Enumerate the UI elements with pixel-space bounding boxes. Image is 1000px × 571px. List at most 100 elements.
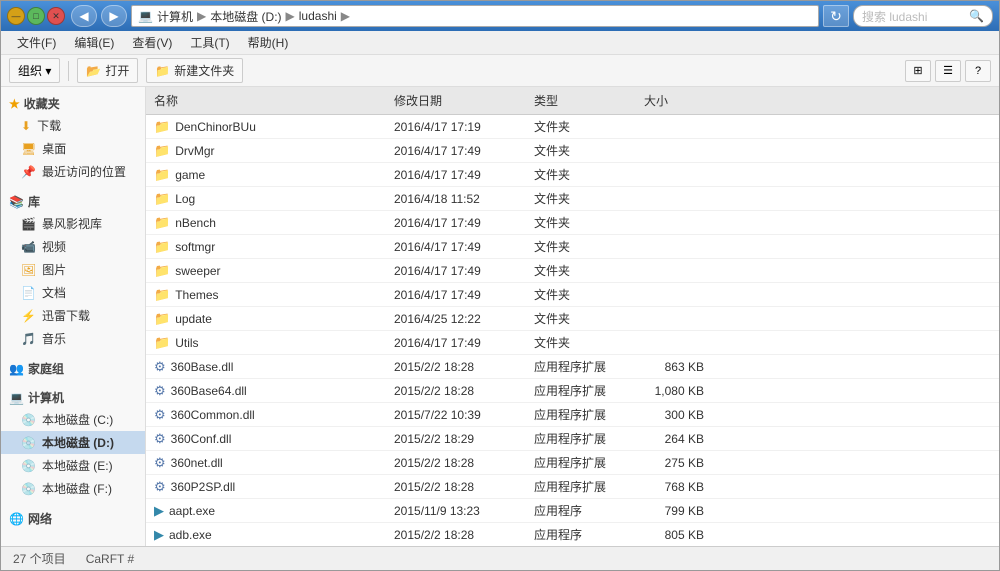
col-type-header[interactable]: 类型 [526,90,636,111]
table-row[interactable]: 📁 DrvMgr 2016/4/17 17:49 文件夹 [146,139,999,163]
open-icon: 📂 [86,64,101,78]
desktop-icon: 🖥 [21,142,36,156]
pictures-label: 图片 [42,261,66,278]
sidebar-item-d[interactable]: 💿 本地磁盘 (D:) [1,431,145,454]
stormvideo-icon: 🎬 [21,217,36,231]
network-label: 网络 [28,510,52,527]
file-type: 文件夹 [526,261,636,280]
file-icon: ▶ [154,503,164,519]
library-label: 库 [28,193,40,210]
new-folder-label: 新建文件夹 [174,62,234,79]
library-header[interactable]: 📚 库 [1,191,145,212]
menu-tools[interactable]: 工具(T) [182,32,237,53]
file-date: 2015/2/2 18:28 [386,383,526,399]
file-name: DenChinorBUu [175,120,256,134]
file-name: update [175,312,212,326]
homegroup-icon: 👥 [9,362,24,376]
library-icon: 📚 [9,195,24,209]
computer-icon: 💻 [138,9,153,23]
menu-help[interactable]: 帮助(H) [240,32,297,53]
menu-file[interactable]: 文件(F) [9,32,64,53]
address-folder: ludashi [299,9,337,23]
sidebar-item-stormvideo[interactable]: 🎬 暴风影视库 [1,212,145,235]
favorites-header[interactable]: ★ 收藏夹 [1,93,145,114]
maximize-button[interactable]: □ [27,7,45,25]
docs-icon: 📄 [21,286,36,300]
sidebar-item-video[interactable]: 📹 视频 [1,235,145,258]
table-row[interactable]: ⚙ 360net.dll 2015/2/2 18:28 应用程序扩展 275 K… [146,451,999,475]
menu-edit[interactable]: 编辑(E) [66,32,122,53]
file-icon: 📁 [154,191,170,207]
computer-label: 计算机 [28,389,64,406]
table-row[interactable]: 📁 Utils 2016/4/17 17:49 文件夹 [146,331,999,355]
close-button[interactable]: ✕ [47,7,65,25]
menu-view[interactable]: 查看(V) [124,32,180,53]
table-row[interactable]: 📁 update 2016/4/25 12:22 文件夹 [146,307,999,331]
sidebar-item-recent[interactable]: 📌 最近访问的位置 [1,160,145,183]
table-row[interactable]: 📁 softmgr 2016/4/17 17:49 文件夹 [146,235,999,259]
homegroup-header[interactable]: 👥 家庭组 [1,358,145,379]
view-button-2[interactable]: ☰ [935,60,961,82]
view-button-1[interactable]: ⊞ [905,60,931,82]
table-row[interactable]: ⚙ 360Base64.dll 2015/2/2 18:28 应用程序扩展 1,… [146,379,999,403]
table-row[interactable]: ▶ adb.exe 2015/2/2 18:28 应用程序 805 KB [146,523,999,546]
file-date: 2016/4/17 17:19 [386,119,526,135]
sidebar-item-f[interactable]: 💿 本地磁盘 (F:) [1,477,145,500]
address-bar[interactable]: 💻 计算机 ▶ 本地磁盘 (D:) ▶ ludashi ▶ [131,5,819,27]
sidebar-item-desktop[interactable]: 🖥 桌面 [1,137,145,160]
sidebar-item-music[interactable]: 🎵 音乐 [1,327,145,350]
new-folder-button[interactable]: 📁 新建文件夹 [146,58,243,83]
table-row[interactable]: ⚙ 360Base.dll 2015/2/2 18:28 应用程序扩展 863 … [146,355,999,379]
open-button[interactable]: 📂 打开 [77,58,138,83]
open-label: 打开 [105,62,129,79]
network-header[interactable]: 🌐 网络 [1,508,145,529]
sidebar-item-pictures[interactable]: 🖼 图片 [1,258,145,281]
table-row[interactable]: 📁 sweeper 2016/4/17 17:49 文件夹 [146,259,999,283]
toolbar-right: ⊞ ☰ ? [905,60,991,82]
col-date-header[interactable]: 修改日期 [386,90,526,111]
table-row[interactable]: ⚙ 360Common.dll 2015/7/22 10:39 应用程序扩展 3… [146,403,999,427]
col-name-header[interactable]: 名称 [146,90,386,111]
title-nav: ◀ ▶ 💻 计算机 ▶ 本地磁盘 (D:) ▶ ludashi ▶ ↻ 搜索 l… [71,5,993,27]
video-icon: 📹 [21,240,36,254]
table-row[interactable]: 📁 DenChinorBUu 2016/4/17 17:19 文件夹 [146,115,999,139]
organize-button[interactable]: 组织 ▾ [9,58,60,83]
file-size [636,342,716,344]
table-row[interactable]: 📁 nBench 2016/4/17 17:49 文件夹 [146,211,999,235]
table-row[interactable]: 📁 game 2016/4/17 17:49 文件夹 [146,163,999,187]
sidebar-item-download[interactable]: ⬇ 下载 [1,114,145,137]
table-row[interactable]: ⚙ 360P2SP.dll 2015/2/2 18:28 应用程序扩展 768 … [146,475,999,499]
file-size [636,198,716,200]
address-drive: 本地磁盘 (D:) [210,8,281,25]
view-button-3[interactable]: ? [965,60,991,82]
file-size [636,294,716,296]
table-row[interactable]: ⚙ 360Conf.dll 2015/2/2 18:29 应用程序扩展 264 … [146,427,999,451]
file-name: Themes [175,288,218,302]
sidebar-item-thunder[interactable]: ⚡ 迅雷下载 [1,304,145,327]
drive-e-label: 本地磁盘 (E:) [42,457,113,474]
file-date: 2016/4/17 17:49 [386,215,526,231]
refresh-button[interactable]: ↻ [823,5,849,27]
explorer-window: — □ ✕ ◀ ▶ 💻 计算机 ▶ 本地磁盘 (D:) ▶ ludashi ▶ … [0,0,1000,571]
file-size: 799 KB [636,503,716,519]
minimize-button[interactable]: — [7,7,25,25]
computer-section: 💻 计算机 💿 本地磁盘 (C:) 💿 本地磁盘 (D:) 💿 本地磁盘 (E:… [1,387,145,500]
file-type: 应用程序 [526,501,636,520]
table-row[interactable]: 📁 Log 2016/4/18 11:52 文件夹 [146,187,999,211]
sidebar-item-e[interactable]: 💿 本地磁盘 (E:) [1,454,145,477]
forward-button[interactable]: ▶ [101,5,127,27]
file-size: 1,080 KB [636,383,716,399]
back-button[interactable]: ◀ [71,5,97,27]
computer-header[interactable]: 💻 计算机 [1,387,145,408]
video-label: 视频 [42,238,66,255]
sidebar-item-docs[interactable]: 📄 文档 [1,281,145,304]
col-size-header[interactable]: 大小 [636,90,716,111]
file-name: DrvMgr [175,144,214,158]
search-bar[interactable]: 搜索 ludashi 🔍 [853,5,993,27]
pictures-icon: 🖼 [21,263,36,277]
table-row[interactable]: 📁 Themes 2016/4/17 17:49 文件夹 [146,283,999,307]
table-row[interactable]: ▶ aapt.exe 2015/11/9 13:23 应用程序 799 KB [146,499,999,523]
file-icon: ⚙ [154,383,166,399]
file-size [636,246,716,248]
sidebar-item-c[interactable]: 💿 本地磁盘 (C:) [1,408,145,431]
